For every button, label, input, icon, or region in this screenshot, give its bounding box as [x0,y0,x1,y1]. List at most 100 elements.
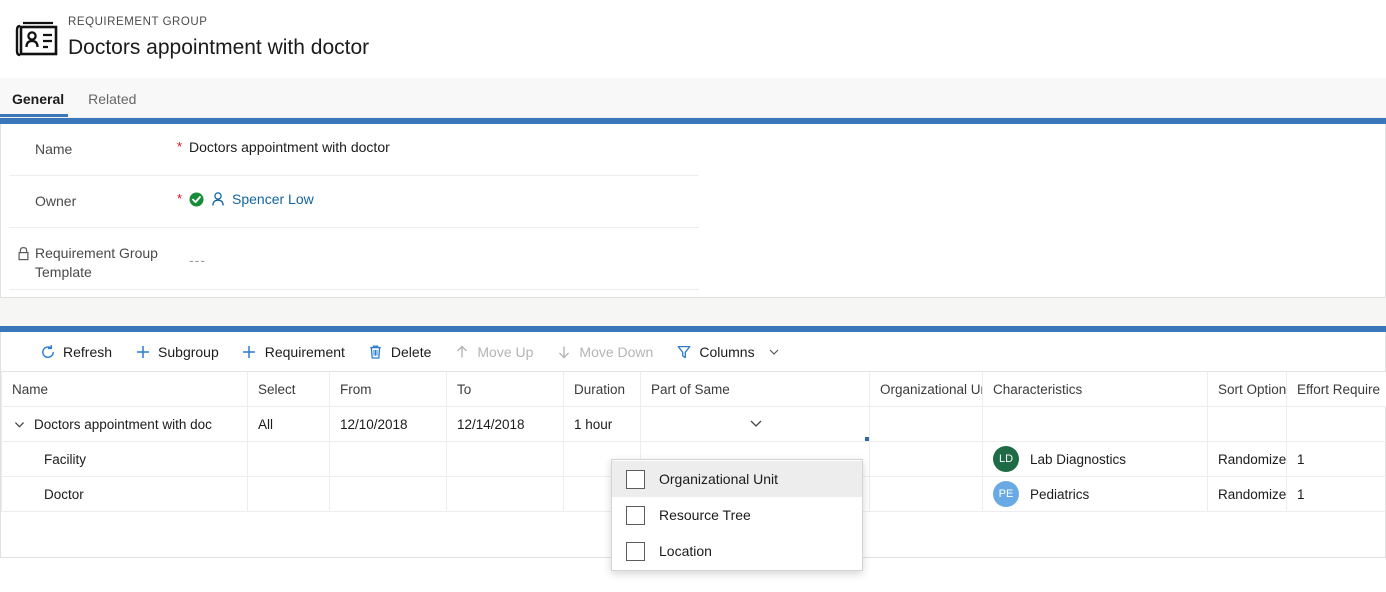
chevron-down-icon [747,416,765,433]
chevron-down-icon[interactable] [12,417,26,431]
column-header-part-of-same[interactable]: Part of Same [640,371,870,407]
dropdown-option-location[interactable]: Location [612,533,862,569]
table-row[interactable]: Doctors appointment with doc All 12/10/2… [1,406,1386,442]
column-header-characteristics[interactable]: Characteristics [982,371,1208,407]
row-from-cell[interactable] [329,476,447,512]
owner-link[interactable]: Spencer Low [232,191,314,207]
move-down-label: Move Down [579,343,654,360]
requirement-button[interactable]: Requirement [241,337,358,367]
column-header-sort-option[interactable]: Sort Option [1207,371,1287,407]
name-field-label: Name [35,141,73,157]
avatar: LD [993,446,1019,472]
requirement-label: Requirement [264,343,345,360]
move-down-button[interactable]: Move Down [555,337,666,367]
columns-label: Columns [699,343,755,360]
dropdown-option-label: Location [659,543,712,559]
row-characteristics-cell[interactable] [982,406,1208,442]
row-sort-option-cell[interactable]: Randomize [1207,441,1287,477]
owner-required-indicator: * [177,191,183,206]
dropdown-option-organizational-unit[interactable]: Organizational Unit [612,461,862,497]
row-organizational-unit-cell[interactable] [869,441,983,477]
row-organizational-unit-cell[interactable] [869,476,983,512]
delete-button[interactable]: Delete [367,337,444,367]
row-name-cell[interactable]: Facility [1,441,248,477]
person-icon [210,191,226,207]
column-header-duration[interactable]: Duration [563,371,641,407]
row-name-cell[interactable]: Doctors appointment with doc [1,406,248,442]
row-select-cell[interactable] [247,441,330,477]
row-from-cell[interactable]: 12/10/2018 [329,406,447,442]
row-effort-required-cell[interactable] [1286,406,1386,442]
dropdown-option-label: Resource Tree [659,507,751,523]
part-of-same-dropdown-cell[interactable] [640,406,870,442]
column-header-effort-required[interactable]: Effort Require [1286,371,1386,407]
row-sort-option-cell[interactable] [1207,406,1287,442]
row-sort-option-cell[interactable]: Randomize [1207,476,1287,512]
requirement-group-template-label-text: Requirement Group Template [35,245,158,280]
arrow-down-icon [555,343,572,360]
name-required-indicator: * [177,139,183,154]
green-check-icon [189,192,204,207]
row-select-cell[interactable]: All [247,406,330,442]
row-to-cell[interactable] [446,441,564,477]
row-name-label: Doctors appointment with doc [34,416,212,432]
general-form: Name * Doctors appointment with doctor O… [0,124,1386,298]
row-from-cell[interactable] [329,441,447,477]
refresh-button[interactable]: Refresh [39,337,125,367]
chevron-down-icon [768,346,780,358]
contact-card-icon [14,16,60,62]
tab-general[interactable]: General [0,90,76,117]
row-organizational-unit-cell[interactable] [869,406,983,442]
requirement-group-template-value[interactable]: --- [189,228,206,268]
part-of-same-dropdown-trigger[interactable] [651,408,861,441]
column-header-to[interactable]: To [446,371,564,407]
form-row-owner: Owner * Spencer Low [9,176,699,228]
part-of-same-dropdown-menu: Organizational Unit Resource Tree Locati… [611,459,863,571]
trash-icon [367,343,384,360]
row-name-cell[interactable]: Doctor [1,476,248,512]
subgroup-button[interactable]: Subgroup [134,337,232,367]
characteristic-label: Pediatrics [1030,486,1090,502]
tab-related[interactable]: Related [76,90,148,117]
subgroup-label: Subgroup [158,343,219,360]
row-name-label: Facility [44,451,87,467]
row-to-cell[interactable]: 12/14/2018 [446,406,564,442]
name-field-value[interactable]: Doctors appointment with doctor [189,124,390,155]
page-title: Doctors appointment with doctor [68,36,370,59]
arrow-up-icon [453,343,470,360]
row-to-cell[interactable] [446,476,564,512]
checkbox-icon[interactable] [626,505,645,525]
plus-icon [241,343,258,360]
table-header-row: Name Select From To Duration Part of Sam… [1,371,1386,407]
row-characteristics-cell[interactable]: LD Lab Diagnostics [982,441,1208,477]
column-header-select[interactable]: Select [247,371,330,407]
grid-command-bar: Refresh Subgroup Requirement Delete Move… [1,332,1385,371]
column-header-organizational-unit[interactable]: Organizational Unit [869,371,983,407]
move-up-button[interactable]: Move Up [453,337,546,367]
characteristic-label: Lab Diagnostics [1030,451,1127,467]
row-effort-required-cell[interactable]: 1 [1286,476,1386,512]
owner-field-value[interactable]: Spencer Low [189,176,314,207]
row-name-label: Doctor [44,486,84,502]
refresh-label: Refresh [63,343,113,360]
checkbox-icon[interactable] [626,469,645,489]
row-characteristics-cell[interactable]: PE Pediatrics [982,476,1208,512]
lock-icon [17,244,30,261]
filter-icon [675,343,692,360]
column-header-from[interactable]: From [329,371,447,407]
cell-resize-handle[interactable] [865,437,869,441]
dropdown-option-label: Organizational Unit [659,471,779,487]
columns-button[interactable]: Columns [675,337,792,367]
row-duration-cell[interactable]: 1 hour [563,406,641,442]
avatar: PE [993,481,1019,507]
requirement-group-template-required-indicator [177,228,189,243]
requirement-group-template-label: Requirement Group Template [9,228,177,282]
checkbox-icon[interactable] [626,541,645,561]
row-effort-required-cell[interactable]: 1 [1286,441,1386,477]
form-row-requirement-group-template: Requirement Group Template --- [9,228,699,290]
dropdown-option-resource-tree[interactable]: Resource Tree [612,497,862,533]
move-up-label: Move Up [477,343,534,360]
column-header-name[interactable]: Name [1,371,248,407]
row-select-cell[interactable] [247,476,330,512]
owner-field-label: Owner [35,193,77,209]
